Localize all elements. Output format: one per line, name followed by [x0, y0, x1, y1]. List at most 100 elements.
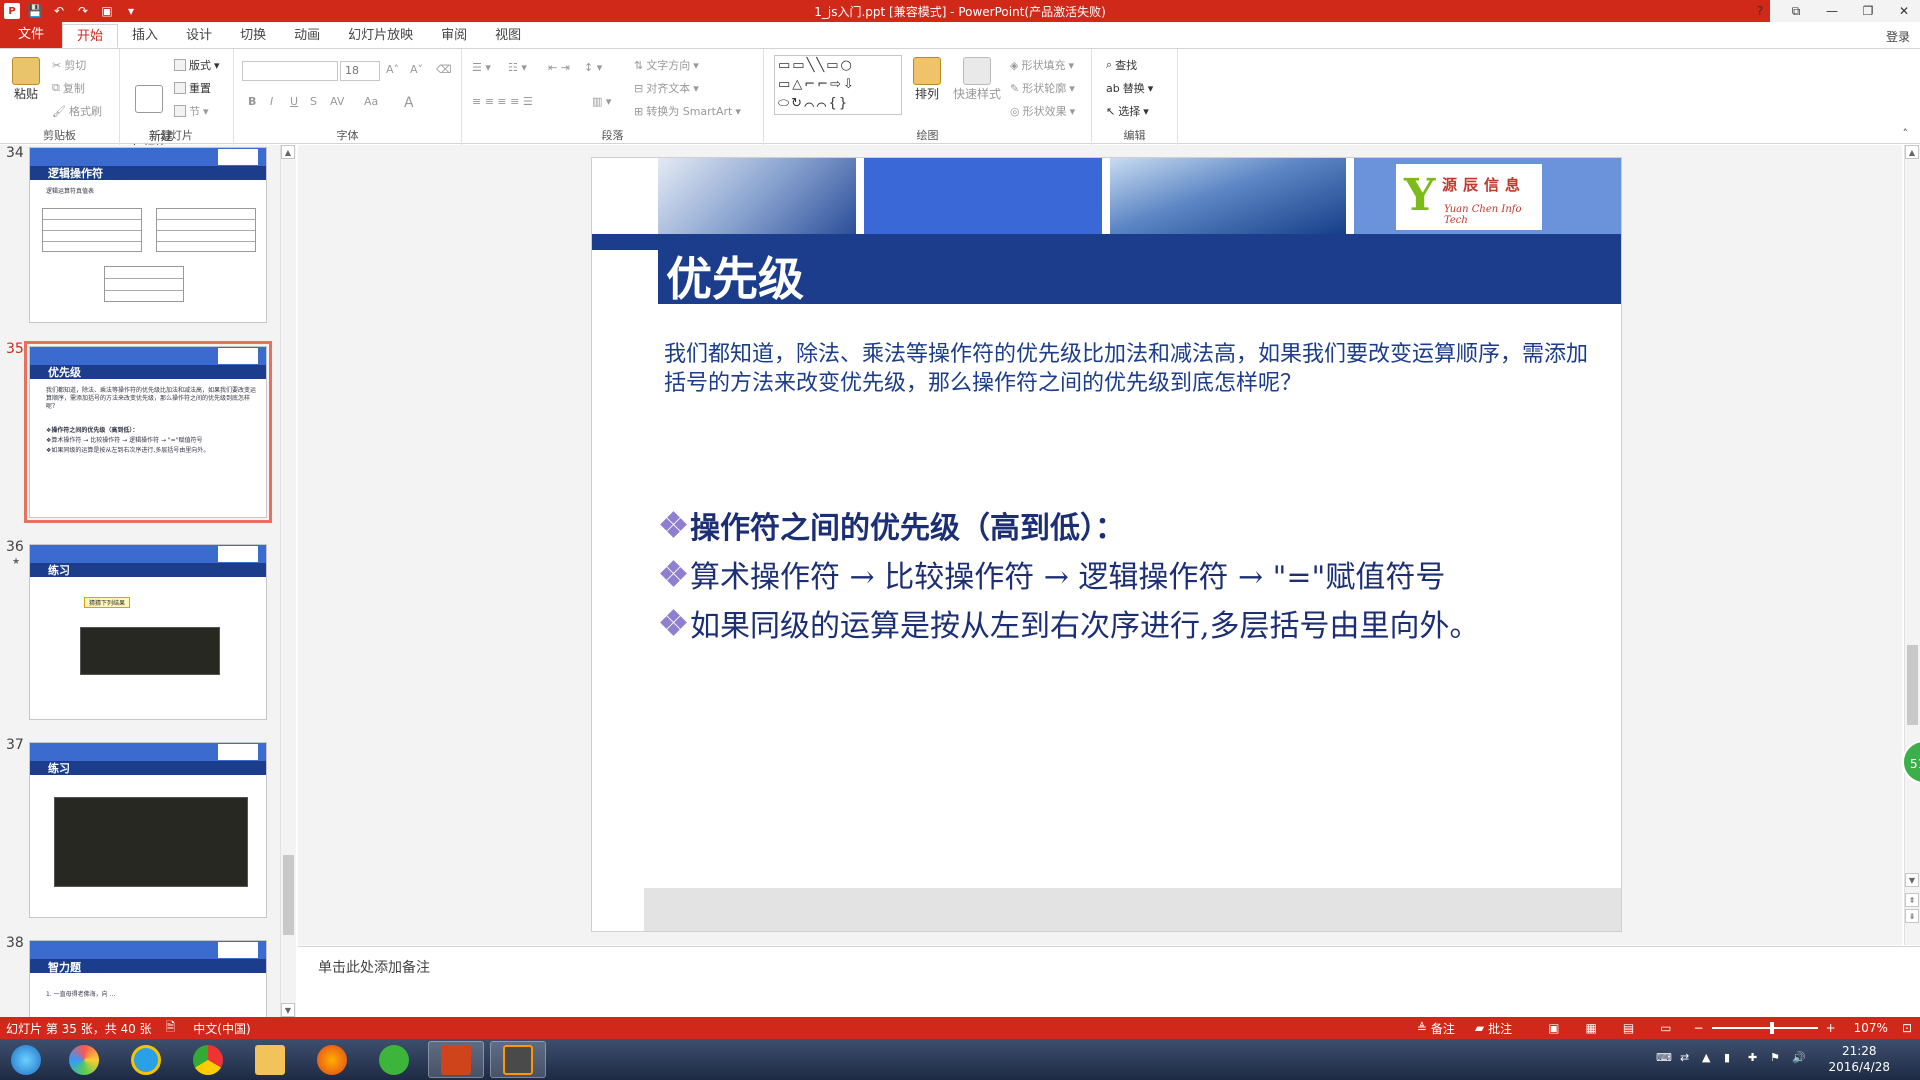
taskbar-sublime[interactable] — [490, 1041, 546, 1078]
slideshow-icon[interactable]: ▭ — [1660, 1021, 1671, 1035]
powerpoint-app-icon[interactable]: P — [4, 3, 20, 19]
slide-title[interactable]: 优先级 — [666, 243, 804, 309]
tab-file[interactable]: 文件 — [0, 22, 63, 48]
clock[interactable]: 21:28 2016/4/28 — [1828, 1043, 1890, 1075]
scroll-up-icon[interactable]: ▲ — [281, 145, 295, 159]
bullets-icon[interactable]: ☰ ▾ — [472, 61, 491, 74]
taskbar-chrome[interactable] — [180, 1041, 236, 1078]
login-link[interactable]: 登录 — [1886, 28, 1910, 45]
keyboard-icon[interactable]: ⌨ — [1656, 1051, 1672, 1064]
zoom-level[interactable]: 107% — [1854, 1021, 1888, 1035]
intro-paragraph[interactable]: 我们都知道，除法、乘法等操作符的优先级比加法和减法高，如果我们要改变运算顺序，需… — [664, 340, 1594, 398]
shapes-gallery[interactable]: ▭▭╲╲▭○ ▭△⌐⌐⇨⇩ ⬭↻⌒⌒{} — [774, 55, 902, 115]
clear-format-icon[interactable]: ⌫ — [436, 63, 452, 76]
normal-view-icon[interactable]: ▣ — [1548, 1021, 1559, 1035]
minimize-button[interactable]: — — [1822, 4, 1842, 18]
select-button[interactable]: ↖ 选择 ▾ — [1106, 103, 1149, 119]
line-spacing-icon[interactable]: ↕ ▾ — [584, 61, 602, 74]
comments-icon[interactable]: ▰ — [1475, 1021, 1484, 1035]
grow-font-button[interactable]: A˄ — [386, 63, 399, 76]
network-icon[interactable]: ⇄ — [1680, 1051, 1689, 1064]
taskbar-firefox[interactable] — [304, 1041, 360, 1078]
zoom-in-icon[interactable]: + — [1826, 1021, 1836, 1035]
bold-button[interactable]: B — [248, 95, 256, 108]
columns-icon[interactable]: ▥ ▾ — [592, 95, 611, 108]
tab-review[interactable]: 审阅 — [427, 24, 481, 48]
tab-transitions[interactable]: 切换 — [226, 24, 280, 48]
notes-toggle-icon[interactable]: ≜ — [1417, 1021, 1427, 1035]
slide-sorter-icon[interactable]: ▦ — [1585, 1021, 1596, 1035]
change-case-button[interactable]: Aa — [364, 95, 378, 108]
underline-button[interactable]: U — [290, 95, 298, 108]
slide-thumbnail-38[interactable]: 智力题 1. 一直母得老佛海，向 ... — [29, 940, 267, 1017]
comments-button[interactable]: 批注 — [1488, 1020, 1512, 1037]
ribbon-display-icon[interactable]: ⧉ — [1786, 4, 1806, 19]
slide-thumbnail-36[interactable]: 练习 猜猜下列结果 — [29, 544, 267, 720]
previous-slide-icon[interactable]: ⇞ — [1905, 893, 1919, 907]
slide-canvas[interactable]: Y 源辰信息 Yuan Chen Info Tech 优先级 我们都知道，除法、… — [591, 157, 1622, 932]
slide-scrollbar[interactable]: ▲ ▼ ⇞ ⇟ — [1904, 145, 1920, 945]
help-button[interactable]: ? — [1750, 4, 1770, 18]
bullet-item[interactable]: 操作符之间的优先级（高到低）： — [660, 503, 1125, 547]
bullet-item[interactable]: 算术操作符 → 比较操作符 → 逻辑操作符 → "="赋值符号 — [660, 552, 1445, 596]
slide-thumbnail-34[interactable]: 逻辑操作符 逻辑运算符真值表 — [29, 147, 267, 323]
taskbar-ie[interactable] — [118, 1041, 174, 1078]
format-painter-button[interactable]: 🖌 格式刷 — [52, 103, 102, 119]
close-button[interactable]: ✕ — [1894, 4, 1914, 18]
zoom-out-icon[interactable]: − — [1694, 1021, 1704, 1035]
notes-toggle-button[interactable]: 备注 — [1431, 1020, 1455, 1037]
tab-slideshow[interactable]: 幻灯片放映 — [334, 24, 427, 48]
zoom-slider-thumb[interactable] — [1769, 1022, 1774, 1034]
notes-pane[interactable]: 单击此处添加备注 — [298, 946, 1920, 1017]
scroll-down-icon[interactable]: ▼ — [1905, 873, 1919, 887]
thumbnail-scrollbar[interactable]: ▲ ▼ — [280, 145, 296, 1017]
cut-button[interactable]: ✂ 剪切 — [52, 57, 86, 73]
start-button[interactable] — [2, 1041, 50, 1078]
taskbar-explorer[interactable] — [242, 1041, 298, 1078]
quick-styles-button[interactable]: 快速样式 — [950, 57, 1004, 101]
layout-button[interactable]: 版式 ▾ — [174, 57, 220, 73]
text-direction-button[interactable]: ⇅ 文字方向 ▾ — [634, 57, 699, 73]
tray-expand-icon[interactable]: ▲ — [1702, 1051, 1710, 1064]
start-from-beginning-icon[interactable]: ▣ — [98, 3, 116, 19]
zoom-slider[interactable] — [1711, 1022, 1818, 1034]
find-button[interactable]: ⌕ 查找 — [1106, 57, 1137, 73]
tab-animations[interactable]: 动画 — [280, 24, 334, 48]
undo-icon[interactable]: ↶ — [50, 3, 68, 19]
collapse-ribbon-icon[interactable]: ˄ — [1903, 127, 1909, 140]
save-icon[interactable]: 💾 — [26, 3, 44, 19]
reset-button[interactable]: 重置 — [174, 80, 211, 96]
font-size-box[interactable]: 18 — [340, 61, 380, 81]
italic-button[interactable]: I — [270, 95, 273, 108]
tab-home[interactable]: 开始 — [62, 24, 119, 48]
font-name-box[interactable] — [242, 61, 338, 81]
arrange-button[interactable]: 排列 — [910, 57, 944, 101]
reading-view-icon[interactable]: ▤ — [1623, 1021, 1634, 1035]
scroll-down-icon[interactable]: ▼ — [281, 1003, 295, 1017]
font-color-button[interactable]: A — [404, 95, 414, 111]
tab-design[interactable]: 设计 — [172, 24, 226, 48]
paste-button[interactable]: 粘贴 — [8, 57, 44, 101]
battery-icon[interactable]: ▮ — [1724, 1051, 1730, 1064]
taskbar-powerpoint[interactable] — [428, 1041, 484, 1078]
char-spacing-button[interactable]: AV — [330, 95, 344, 108]
volume-icon[interactable]: 🔊 — [1792, 1051, 1806, 1064]
flag-icon[interactable]: ⚑ — [1770, 1051, 1780, 1064]
replace-button[interactable]: ab 替换 ▾ — [1106, 80, 1153, 96]
indent-icon[interactable]: ⇤ ⇥ — [548, 61, 570, 74]
redo-icon[interactable]: ↷ — [74, 3, 92, 19]
notes-placeholder[interactable]: 单击此处添加备注 — [318, 957, 430, 977]
scroll-up-icon[interactable]: ▲ — [1905, 145, 1919, 159]
shape-outline-button[interactable]: ✎ 形状轮廓 ▾ — [1010, 80, 1075, 96]
customize-toolbar-icon[interactable]: ▾ — [122, 3, 140, 19]
security-icon[interactable]: ✚ — [1748, 1051, 1757, 1064]
tab-insert[interactable]: 插入 — [118, 24, 172, 48]
copy-button[interactable]: ⧉ 复制 — [52, 80, 85, 96]
shape-fill-button[interactable]: ◈ 形状填充 ▾ — [1010, 57, 1074, 73]
section-button[interactable]: 节 ▾ — [174, 103, 209, 119]
numbering-icon[interactable]: ☷ ▾ — [508, 61, 527, 74]
tab-view[interactable]: 视图 — [481, 24, 535, 48]
scroll-thumb[interactable] — [283, 855, 294, 935]
slide-thumbnail-35[interactable]: 优先级 我们都知道，除法、乘法等操作符的优先级比加法和减法高，如果我们要改变运算… — [24, 341, 272, 523]
slide-thumbnail-37[interactable]: 练习 — [29, 742, 267, 918]
